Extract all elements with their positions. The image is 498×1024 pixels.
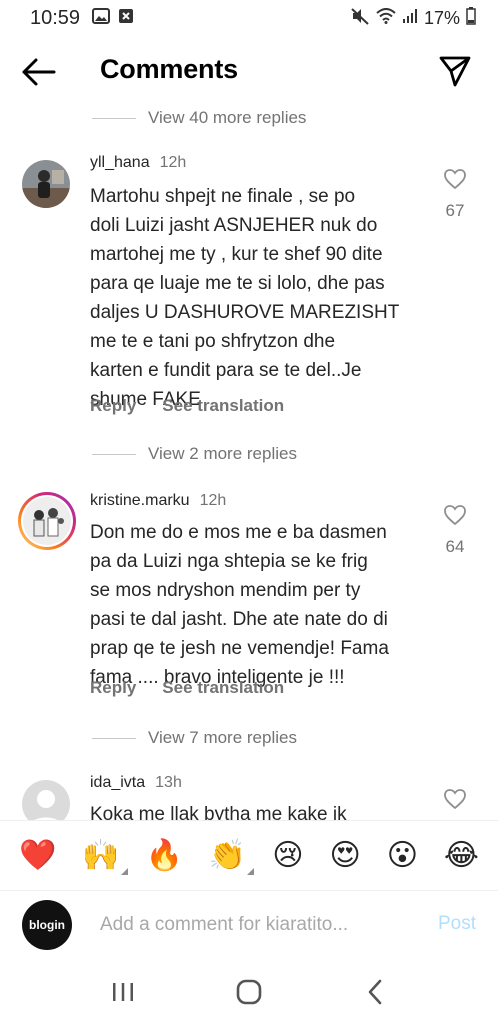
comment-username[interactable]: ida_ivta — [90, 774, 145, 792]
comment-text: Martohu shpejt ne finale , se po doli Lu… — [90, 186, 400, 410]
emoji-raised-hands[interactable]: 🙌 — [82, 840, 128, 875]
divider — [92, 117, 136, 119]
comment-time: 13h — [155, 774, 182, 791]
avatar-story-ring[interactable] — [18, 492, 76, 550]
emoji-clap[interactable]: 👏 — [209, 840, 255, 875]
emoji-fire[interactable]: 🔥 — [146, 840, 183, 871]
home-icon[interactable] — [229, 972, 269, 1012]
emoji-quick-bar: ❤️ 🙌 🔥 👏 😢 😍 😮 😂 — [0, 820, 498, 890]
mute-icon — [350, 7, 370, 30]
divider — [92, 737, 136, 739]
page-title: Comments — [100, 54, 238, 84]
view-replies-label: View 40 more replies — [148, 108, 307, 127]
wifi-icon — [376, 7, 396, 29]
divider — [92, 453, 136, 455]
see-translation-button[interactable]: See translation — [162, 396, 284, 416]
emoji-laughing[interactable]: 😂 — [444, 840, 479, 871]
comments-list: View 40 more replies yll_hana 12h Martoh… — [0, 104, 498, 820]
signal-icon — [402, 8, 418, 29]
comment-input[interactable] — [100, 909, 400, 941]
emoji-crying[interactable]: 😢 — [272, 840, 303, 871]
comment-text: Koka me llak bytha me kake ik — [90, 804, 347, 820]
blocked-notification-icon — [118, 8, 134, 29]
like-count: 64 — [445, 537, 465, 556]
see-translation-button[interactable]: See translation — [162, 678, 284, 698]
reply-button[interactable]: Reply — [90, 678, 136, 698]
system-nav-bar — [0, 960, 498, 1024]
comment-time: 12h — [199, 492, 227, 509]
heart-like-icon[interactable] — [443, 504, 467, 531]
like-count: 67 — [445, 201, 465, 220]
view-replies-label: View 7 more replies — [148, 728, 297, 747]
view-more-replies[interactable]: View 2 more replies — [92, 444, 297, 464]
reply-button[interactable]: Reply — [90, 396, 136, 416]
avatar[interactable] — [22, 160, 70, 208]
header: Comments — [0, 40, 498, 104]
back-arrow-icon[interactable] — [20, 54, 58, 90]
recent-apps-icon[interactable] — [103, 972, 143, 1012]
status-time: 10:59 — [30, 6, 81, 29]
comment-text: Don me do e mos me e ba dasmen pa da Lui… — [90, 522, 389, 688]
comment-input-bar: blogin Post — [0, 890, 498, 960]
back-nav-icon[interactable] — [355, 972, 395, 1012]
status-bar: 10:59 17% — [0, 0, 498, 36]
send-direct-icon[interactable] — [438, 54, 472, 88]
comment-username[interactable]: yll_hana — [90, 154, 150, 172]
comment-time: 12h — [159, 154, 187, 171]
view-replies-label: View 2 more replies — [148, 444, 297, 463]
heart-like-icon[interactable] — [443, 168, 467, 195]
my-avatar: blogin — [22, 900, 72, 950]
post-button[interactable]: Post — [438, 913, 476, 935]
heart-like-icon[interactable] — [443, 788, 467, 815]
avatar[interactable] — [22, 780, 70, 820]
emoji-heart[interactable]: ❤️ — [19, 840, 56, 871]
battery-percent: 17% — [423, 7, 460, 28]
battery-icon — [466, 6, 476, 30]
avatar-logo-text: blogin — [29, 918, 65, 932]
avatar — [23, 497, 71, 545]
view-more-replies[interactable]: View 7 more replies — [92, 728, 297, 748]
emoji-surprised[interactable]: 😮 — [387, 840, 418, 871]
gallery-icon — [92, 7, 111, 29]
emoji-heart-eyes[interactable]: 😍 — [329, 840, 360, 871]
comment-username[interactable]: kristine.marku — [90, 492, 190, 510]
view-more-replies[interactable]: View 40 more replies — [92, 108, 306, 128]
